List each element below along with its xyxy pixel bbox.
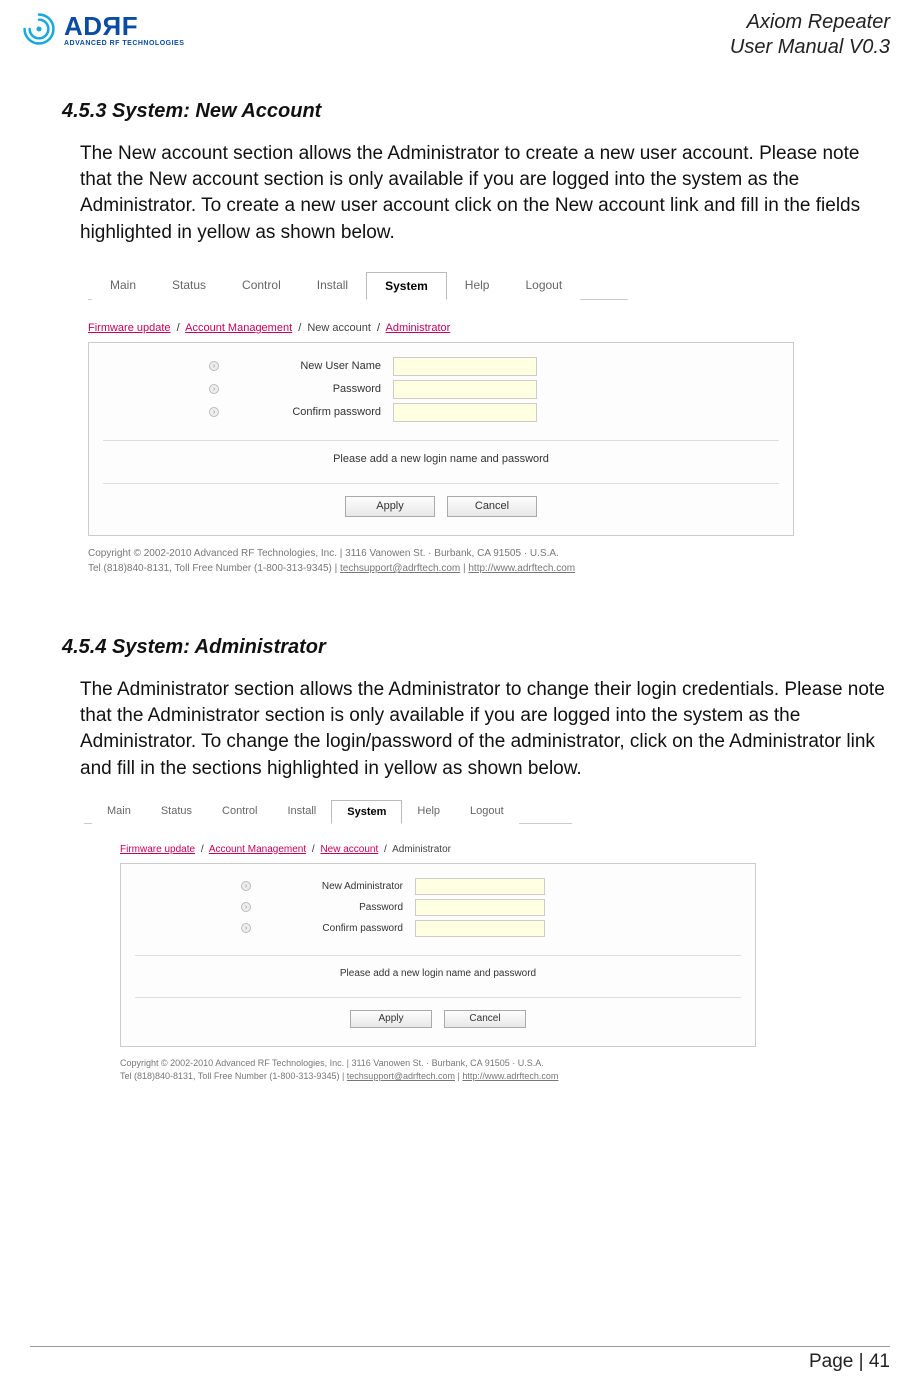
- input-username[interactable]: [393, 357, 537, 376]
- tab-logout[interactable]: Logout: [455, 800, 519, 824]
- breadcrumb-account-mgmt[interactable]: Account Management: [185, 322, 292, 334]
- label-password: Password: [233, 383, 393, 395]
- page-header: ADЯF ADVANCED RF TECHNOLOGIES Axiom Repe…: [0, 0, 920, 60]
- button-row: Apply Cancel: [89, 496, 793, 517]
- screenshot-footer: Copyright © 2002-2010 Advanced RF Techno…: [120, 1057, 760, 1084]
- input-password[interactable]: [415, 899, 545, 916]
- cancel-button[interactable]: Cancel: [447, 496, 537, 517]
- bullet-icon: [241, 923, 251, 933]
- apply-button[interactable]: Apply: [345, 496, 435, 517]
- logo: ADЯF ADVANCED RF TECHNOLOGIES: [20, 10, 184, 48]
- breadcrumb-firmware[interactable]: Firmware update: [120, 844, 195, 855]
- breadcrumb-account-mgmt[interactable]: Account Management: [209, 844, 306, 855]
- bullet-icon: [241, 902, 251, 912]
- header-title-line1: Axiom Repeater: [730, 10, 890, 35]
- tab-system[interactable]: System: [331, 800, 402, 824]
- screenshot-new-account: Main Status Control Install System Help …: [80, 264, 802, 576]
- form-row-username: New User Name: [89, 357, 793, 376]
- divider: [103, 483, 779, 484]
- header-title: Axiom Repeater User Manual V0.3: [730, 10, 890, 60]
- logo-swirl-icon: [20, 10, 58, 48]
- logo-subtext: ADVANCED RF TECHNOLOGIES: [64, 40, 184, 47]
- breadcrumb-administrator: Administrator: [392, 844, 451, 855]
- screenshot-administrator: Main Status Control Install System Help …: [80, 800, 760, 1084]
- button-row: Apply Cancel: [121, 1010, 755, 1028]
- section-heading-1: 4.5.3 System: New Account: [62, 100, 890, 123]
- tab-system[interactable]: System: [366, 272, 447, 300]
- tab-bar: Main Status Control Install System Help …: [80, 264, 802, 300]
- form-panel: New User Name Password Confirm password …: [88, 342, 794, 536]
- panel-message: Please add a new login name and password: [89, 453, 793, 465]
- panel-message: Please add a new login name and password: [121, 968, 755, 979]
- bullet-icon: [209, 384, 219, 394]
- input-confirm[interactable]: [393, 403, 537, 422]
- label-confirm: Confirm password: [265, 923, 415, 934]
- tab-status[interactable]: Status: [154, 272, 224, 300]
- tab-help[interactable]: Help: [402, 800, 455, 824]
- breadcrumb-firmware[interactable]: Firmware update: [88, 322, 171, 334]
- divider: [135, 955, 741, 956]
- screenshot-footer: Copyright © 2002-2010 Advanced RF Techno…: [88, 546, 802, 576]
- form-row-confirm: Confirm password: [89, 403, 793, 422]
- tab-logout[interactable]: Logout: [507, 272, 580, 300]
- form-row-password: Password: [121, 899, 755, 916]
- page-number: Page | 41: [809, 1351, 890, 1372]
- footer-url-link[interactable]: http://www.adrftech.com: [468, 563, 575, 574]
- section-paragraph-2: The Administrator section allows the Adm…: [80, 677, 890, 782]
- breadcrumb-administrator[interactable]: Administrator: [386, 322, 451, 334]
- footer-url-link[interactable]: http://www.adrftech.com: [462, 1071, 558, 1081]
- input-confirm[interactable]: [415, 920, 545, 937]
- tab-main[interactable]: Main: [92, 272, 154, 300]
- input-admin[interactable]: [415, 878, 545, 895]
- tab-control[interactable]: Control: [207, 800, 272, 824]
- breadcrumb-new-account: New account: [307, 322, 371, 334]
- tab-install[interactable]: Install: [299, 272, 366, 300]
- footer-email-link[interactable]: techsupport@adrftech.com: [340, 563, 460, 574]
- tab-main[interactable]: Main: [92, 800, 146, 824]
- tab-help[interactable]: Help: [447, 272, 508, 300]
- form-row-password: Password: [89, 380, 793, 399]
- tab-install[interactable]: Install: [273, 800, 332, 824]
- header-title-line2: User Manual V0.3: [730, 35, 890, 60]
- label-confirm: Confirm password: [233, 406, 393, 418]
- divider: [135, 997, 741, 998]
- bullet-icon: [209, 361, 219, 371]
- bullet-icon: [209, 407, 219, 417]
- footer-tel: Tel (818)840-8131, Toll Free Number (1-8…: [88, 563, 340, 574]
- label-password: Password: [265, 902, 415, 913]
- form-row-admin: New Administrator: [121, 878, 755, 895]
- label-admin: New Administrator: [265, 881, 415, 892]
- footer-tel: Tel (818)840-8131, Toll Free Number (1-8…: [120, 1071, 347, 1081]
- page-footer: Page | 41: [30, 1346, 890, 1373]
- footer-copyright: Copyright © 2002-2010 Advanced RF Techno…: [120, 1057, 760, 1071]
- tab-control[interactable]: Control: [224, 272, 299, 300]
- cancel-button[interactable]: Cancel: [444, 1010, 526, 1028]
- divider: [103, 440, 779, 441]
- label-username: New User Name: [233, 360, 393, 372]
- logo-text: ADЯF: [64, 11, 184, 42]
- section-paragraph-1: The New account section allows the Admin…: [80, 141, 890, 246]
- footer-email-link[interactable]: techsupport@adrftech.com: [347, 1071, 455, 1081]
- section-heading-2: 4.5.4 System: Administrator: [62, 636, 890, 659]
- tab-status[interactable]: Status: [146, 800, 207, 824]
- apply-button[interactable]: Apply: [350, 1010, 432, 1028]
- breadcrumb: Firmware update / Account Management / N…: [88, 322, 802, 334]
- bullet-icon: [241, 881, 251, 891]
- breadcrumb-new-account[interactable]: New account: [320, 844, 378, 855]
- footer-copyright: Copyright © 2002-2010 Advanced RF Techno…: [88, 546, 802, 561]
- tab-bar: Main Status Control Install System Help …: [80, 800, 760, 824]
- breadcrumb: Firmware update / Account Management / N…: [120, 844, 760, 855]
- input-password[interactable]: [393, 380, 537, 399]
- form-panel: New Administrator Password Confirm passw…: [120, 863, 756, 1047]
- form-row-confirm: Confirm password: [121, 920, 755, 937]
